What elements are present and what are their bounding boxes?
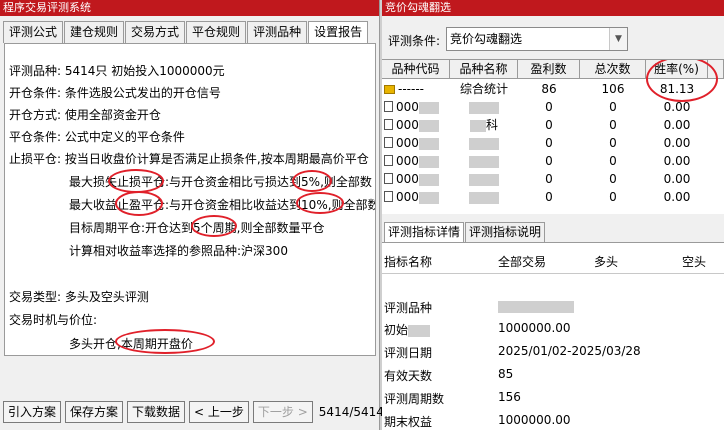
document-icon [384,155,393,166]
detail-label: 评测日期 [384,346,433,360]
detail-value: 2025/01/02-2025/03/28 [498,344,641,358]
table-row[interactable]: 000 0 0 0.00 [382,98,708,116]
tab-metric-help[interactable]: 评测指标说明 [465,222,546,242]
detail-label: 评测品种 [384,301,433,315]
tab-open-rules[interactable]: 建仓规则 [64,21,125,43]
summary-icon [384,85,395,94]
table-row[interactable]: 000 科 0 0 0.00 [382,116,708,134]
report-line-open-mode: 开仓方式: 使用全部资金开仓 [9,108,161,122]
table-row-summary[interactable]: ------ 综合统计 86 106 81.13 [382,80,708,98]
metric-detail-panel: 指标名称 全部交易 多头 空头 评测品种 初始 1000000.00 评测日期 … [382,242,724,430]
report-line-benchmark: 计算相对收益率选择的参照品种:沪深300 [69,244,288,258]
report-panel: 评测品种: 5414只 初始投入1000000元 开仓条件: 条件选股公式发出的… [4,43,376,356]
tab-close-rules[interactable]: 平仓规则 [186,21,247,43]
condition-label: 评测条件: [388,34,441,48]
detail-col-long: 多头 [594,255,619,269]
col-code[interactable]: 品种代码 [382,60,450,79]
detail-value: 1000000.00 [498,321,571,335]
save-scheme-button[interactable]: 保存方案 [65,401,124,423]
col-total[interactable]: 总次数 [580,60,646,79]
tab-metric-details[interactable]: 评测指标详情 [384,222,465,242]
document-icon [384,101,393,112]
detail-value: 85 [498,367,514,381]
detail-label: 评测周期数 [384,392,445,406]
detail-label: 初始 [384,321,431,338]
detail-value [498,299,574,313]
tab-report-settings[interactable]: 设置报告 [308,21,369,44]
report-line-target-period: 目标周期平仓:开仓达到5个周期,则全部数量平仓 [69,221,325,235]
left-tabbar: 评测公式 建仓规则 交易方式 平仓规则 评测品种 设置报告 [3,21,369,44]
report-line-timing: 交易时机与价位: [9,313,98,327]
condition-select[interactable]: 竞价勾魂翻选 ▼ [446,27,628,51]
document-icon [384,191,393,202]
table-row[interactable]: 000 0 0 0.00 [382,170,708,188]
tab-trade-mode[interactable]: 交易方式 [125,21,186,43]
table-row[interactable]: 000 0 0 0.00 [382,134,708,152]
left-button-bar: 引入方案 保存方案 下载数据 < 上一步 下一步 > 5414/5414 [3,400,384,424]
report-line-trade-type: 交易类型: 多头及空头评测 [9,290,149,304]
table-row[interactable]: 000 0 0 0.00 [382,188,708,206]
detail-label: 有效天数 [384,369,433,383]
grid-header: 品种代码 品种名称 盈利数 总次数 胜率(%) [382,60,724,79]
report-line-open-condition: 开仓条件: 条件选股公式发出的开仓信号 [9,86,221,100]
report-line-close-condition: 平仓条件: 公式中定义的平仓条件 [9,130,185,144]
col-wins[interactable]: 盈利数 [518,60,580,79]
prev-step-button[interactable]: < 上一步 [189,401,249,423]
col-more [708,60,724,79]
col-winrate[interactable]: 胜率(%) [646,60,708,79]
report-line-stoploss: 止损平仓: 按当日收盘价计算是否满足止损条件,按本周期最高价平仓 [9,152,369,166]
tab-formula[interactable]: 评测公式 [3,21,64,43]
document-icon [384,137,393,148]
right-window-title: 竞价勾魂翻选 [382,0,724,16]
tab-symbols[interactable]: 评测品种 [247,21,308,43]
document-icon [384,173,393,184]
detail-col-all: 全部交易 [498,255,547,269]
results-grid: 品种代码 品种名称 盈利数 总次数 胜率(%) ------ 综合统计 86 1… [382,59,724,214]
detail-col-short: 空头 [682,255,707,269]
divider [382,273,724,274]
download-data-button[interactable]: 下载数据 [127,401,186,423]
detail-col-name: 指标名称 [384,255,433,269]
col-name[interactable]: 品种名称 [450,60,518,79]
document-icon [384,119,393,130]
next-step-button[interactable]: 下一步 > [252,401,313,423]
detail-label: 期末权益 [384,415,433,429]
report-line-max-loss: 最大损失止损平仓:与开仓资金相比亏损达到5%,则全部数 [69,175,372,189]
detail-value: 1000000.00 [498,413,571,427]
import-scheme-button[interactable]: 引入方案 [3,401,62,423]
report-line-max-gain: 最大收益止盈平仓:与开仓资金相比收益达到10%,则全部数 [69,198,376,212]
progress-counter: 5414/5414 [318,405,384,419]
left-window-title: 程序交易评测系统 [0,0,379,16]
detail-value: 156 [498,390,521,404]
table-row[interactable]: 000 0 0 0.00 [382,152,708,170]
chevron-down-icon[interactable]: ▼ [609,28,627,50]
report-line-long-open: 多头开仓,本周期开盘价 [69,337,193,351]
right-tabbar: 评测指标详情 评测指标说明 [384,222,546,242]
report-line-symbols: 评测品种: 5414只 初始投入1000000元 [9,64,225,78]
